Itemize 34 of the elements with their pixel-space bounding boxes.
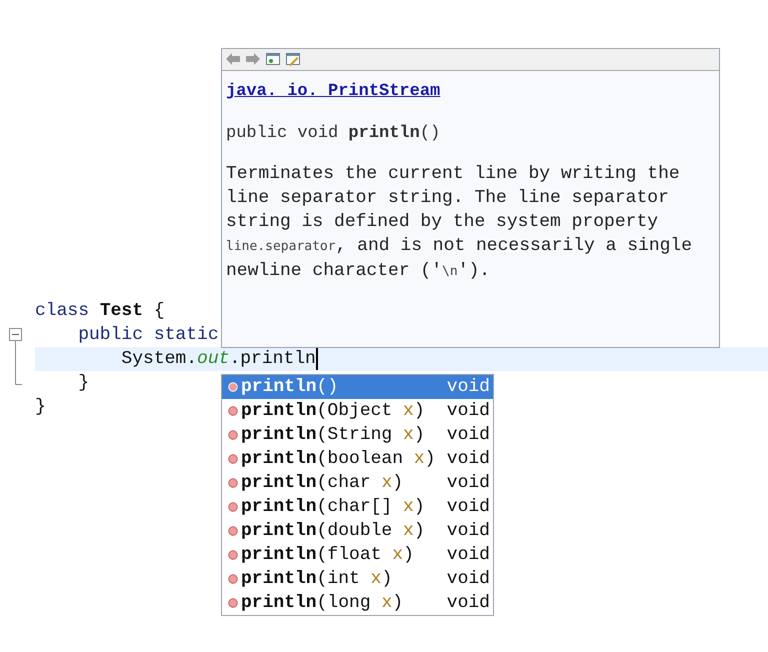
completion-item[interactable]: println() void — [222, 375, 493, 399]
completion-item[interactable]: println(Object x) void — [222, 399, 493, 423]
completion-item[interactable]: println(char[] x) void — [222, 495, 493, 519]
method-icon — [228, 406, 238, 416]
completion-item[interactable]: println(double x) void — [222, 519, 493, 543]
completion-item[interactable]: println(String x) void — [222, 423, 493, 447]
forward-arrow-icon[interactable] — [245, 51, 261, 67]
method-icon — [228, 382, 238, 392]
window-icon[interactable] — [265, 51, 281, 67]
completion-item[interactable]: println(boolean x) void — [222, 447, 493, 471]
code-line: System.out.println — [120, 348, 316, 371]
method-icon — [228, 526, 238, 536]
edit-window-icon[interactable] — [285, 51, 301, 67]
method-icon — [228, 430, 238, 440]
fold-marker-icon[interactable] — [9, 328, 23, 386]
completion-item[interactable]: println(float x) void — [222, 543, 493, 567]
code-line: } — [77, 372, 90, 395]
completion-item[interactable]: println(int x) void — [222, 567, 493, 591]
method-icon — [228, 478, 238, 488]
code-line: class Test { — [35, 300, 165, 323]
method-icon — [228, 454, 238, 464]
completion-item[interactable]: println(long x) void — [222, 591, 493, 615]
method-icon — [228, 550, 238, 560]
completion-item[interactable]: println(char x) void — [222, 471, 493, 495]
code-line: public static — [77, 324, 219, 347]
method-signature: public void println() — [226, 122, 442, 144]
method-icon — [228, 502, 238, 512]
code-line: } — [35, 396, 46, 419]
text-caret — [316, 348, 318, 370]
method-icon — [228, 574, 238, 584]
class-link[interactable]: java. io. PrintStream — [226, 82, 440, 101]
method-description: Terminates the current line by writing the line separator string. The line separator string is defined by the system property line.separator, and is not necessarily a single newline character ('\n'). — [226, 163, 694, 283]
back-arrow-icon[interactable] — [225, 51, 241, 67]
method-icon — [228, 598, 238, 608]
